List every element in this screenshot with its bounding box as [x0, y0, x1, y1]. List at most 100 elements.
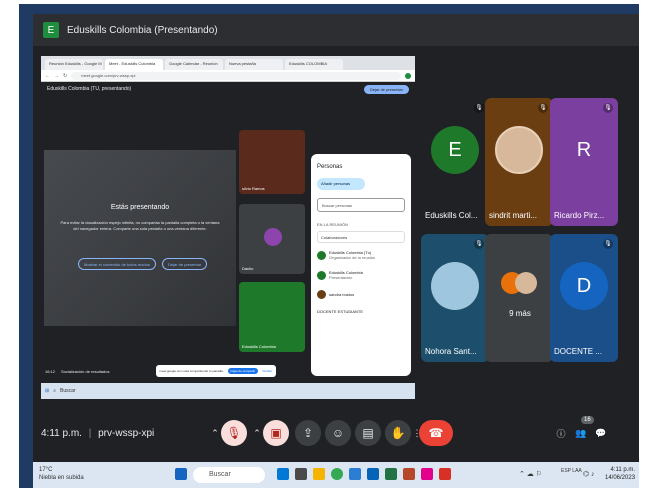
- language-indicator[interactable]: ESP LAA: [561, 468, 582, 474]
- mic-off-icon: 🎙: [474, 103, 484, 113]
- url-input[interactable]: meet.google.com/prv-wssp-xpi: [71, 71, 401, 80]
- participant-name: silvio Ramos: [242, 186, 265, 191]
- avatar: [317, 250, 326, 260]
- list-item[interactable]: sandra bustos: [311, 285, 411, 304]
- in-meeting-section: EN LA REUNIÓN: [317, 222, 348, 227]
- excel-icon[interactable]: [385, 468, 397, 480]
- mic-off-icon: 🎙: [603, 239, 613, 249]
- outlook-icon[interactable]: [367, 468, 379, 480]
- stop-sharing-button[interactable]: Dejar de compartir: [227, 368, 259, 374]
- inner-title-bar: Eduskills Colombia (TU, presentando) Dej…: [41, 82, 415, 96]
- mic-off-icon: 🎙: [603, 103, 613, 113]
- end-call-button[interactable]: ☎: [419, 420, 453, 446]
- more-count: 9 más: [509, 309, 531, 318]
- inner-taskbar-search[interactable]: Buscar: [60, 388, 76, 394]
- inner-title: Eduskills Colombia (TU, presentando): [47, 86, 132, 92]
- word-icon[interactable]: [349, 468, 361, 480]
- participant-name: DOCENTE ...: [554, 347, 603, 356]
- contributors-dropdown[interactable]: Colaboradores: [317, 231, 405, 243]
- browser-tabs: Reunión Eduskills - Google M Meet - Edus…: [41, 56, 415, 70]
- browser-tab[interactable]: Eduskills COLOMBIA: [285, 59, 343, 70]
- back-icon[interactable]: ←: [45, 73, 50, 79]
- search-icon[interactable]: ⌕: [53, 388, 56, 394]
- taskbar-clock[interactable]: 4:11 p.m. 14/06/2023: [605, 466, 635, 482]
- task-view-icon[interactable]: [295, 468, 307, 480]
- avatar: E: [431, 126, 479, 174]
- inner-meet-view: Eduskills Colombia (TU, presentando) Dej…: [41, 82, 415, 380]
- more-participants-tile[interactable]: 9 más: [485, 234, 553, 362]
- avatar: [515, 272, 537, 294]
- share-notice-text: meet.google.com está compartiendo tu pan…: [159, 369, 224, 373]
- windows-start-icon[interactable]: [175, 468, 187, 480]
- taskbar-search-input[interactable]: Buscar: [193, 467, 265, 483]
- info-icon[interactable]: ⓘ: [553, 420, 569, 446]
- presenting-message: Para evitar la visualización espejo infi…: [60, 220, 220, 231]
- meeting-time: 4:11 p.m. | prv-wssp-xpi: [41, 428, 154, 439]
- file-explorer-icon[interactable]: [313, 468, 325, 480]
- pdf-icon[interactable]: [439, 468, 451, 480]
- profile-icon[interactable]: [405, 72, 411, 79]
- separator: |: [88, 428, 92, 439]
- show-anyway-button[interactable]: Mostrar el contenido de todos modos: [78, 258, 156, 270]
- chrome-icon[interactable]: [331, 468, 343, 480]
- browser-tab[interactable]: Google Calendar - Reunión: [165, 59, 223, 70]
- participant-name: Danilo: [242, 266, 254, 271]
- reload-icon[interactable]: ↻: [63, 73, 67, 79]
- participant-tile: Eduskills Colombia: [239, 282, 305, 352]
- mic-off-icon: 🎙: [474, 239, 484, 249]
- windows-start-icon[interactable]: ⊞: [45, 388, 49, 394]
- people-panel: Personas Añadir personas Buscar personas…: [311, 154, 411, 376]
- raise-hand-button[interactable]: ✋: [385, 420, 411, 446]
- person-name: sandra bustos: [329, 292, 355, 297]
- clock-time: 4:11 p.m.: [41, 428, 82, 439]
- stop-presenting-button[interactable]: Dejar de presentar: [363, 84, 409, 94]
- browser-tab[interactable]: Reunión Eduskills - Google M: [45, 59, 103, 70]
- screenshot-frame: E Eduskills Colombia (Presentando) Reuni…: [0, 0, 656, 492]
- camera-off-button[interactable]: ▣: [263, 420, 289, 446]
- participant-tile[interactable]: 🎙 Nohora Sant...: [421, 234, 489, 362]
- person-name: DOCENTE ESTUDIANTE: [317, 309, 364, 314]
- system-tray-icons[interactable]: ⌃ ☁ ⚐: [519, 470, 542, 478]
- person-role: Presentación: [329, 275, 353, 280]
- stop-presenting-button[interactable]: Dejar de presentar: [162, 258, 208, 270]
- participant-tile[interactable]: 🎙 sindrit marti...: [485, 98, 553, 226]
- avatar: [495, 126, 543, 174]
- browser-tab[interactable]: Meet - Eduskills Colombia: [105, 59, 163, 70]
- participants-count-badge: 16: [581, 416, 594, 424]
- weather-temp: 17°C: [39, 467, 53, 473]
- participant-tile[interactable]: D 🎙 DOCENTE ...: [550, 234, 618, 362]
- hide-button[interactable]: Ocultar: [262, 369, 272, 373]
- edge-icon[interactable]: [277, 468, 289, 480]
- meeting-code: prv-wssp-xpi: [98, 428, 155, 439]
- people-search-input[interactable]: Buscar personas: [317, 198, 405, 212]
- list-item[interactable]: Eduskills Colombia Presentación: [311, 265, 411, 285]
- participant-tile[interactable]: E 🎙 Eduskills Col...: [421, 98, 489, 226]
- add-people-button[interactable]: Añadir personas: [317, 178, 365, 190]
- participant-tile: silvio Ramos: [239, 130, 305, 194]
- meeting-title: Eduskills Colombia (Presentando): [67, 24, 218, 36]
- present-button[interactable]: ⇪: [295, 420, 321, 446]
- avatar: D: [560, 262, 608, 310]
- participant-name: Nohora Sant...: [425, 347, 477, 356]
- chat-icon[interactable]: 💬: [593, 420, 609, 446]
- forward-icon[interactable]: →: [54, 73, 59, 79]
- participant-name: Ricardo Pirz...: [554, 211, 605, 220]
- weather-widget[interactable]: 17°C Niebla en subida: [39, 466, 84, 482]
- captions-button[interactable]: ▤: [355, 420, 381, 446]
- list-item[interactable]: DOCENTE ESTUDIANTE: [311, 304, 411, 319]
- participant-tile[interactable]: R 🎙 Ricardo Pirz...: [550, 98, 618, 226]
- people-panel-title: Personas: [317, 164, 343, 170]
- mic-off-button[interactable]: 🎙: [221, 420, 247, 446]
- presenter-avatar-badge: E: [43, 22, 59, 38]
- list-item[interactable]: Eduskills Colombia (Tú) Organizador de l…: [311, 245, 411, 265]
- browser-tab[interactable]: Nueva pestaña: [225, 59, 283, 70]
- powerpoint-icon[interactable]: [403, 468, 415, 480]
- participant-name: Eduskills Colombia: [242, 344, 276, 349]
- person-role: Organizador de la reunión: [329, 255, 376, 260]
- inner-bottom-bar: 16:12 Socialización de resultados meet.g…: [41, 362, 415, 380]
- network-volume-icons[interactable]: ⌬ ♪: [583, 470, 595, 478]
- app-icon[interactable]: [421, 468, 433, 480]
- emoji-button[interactable]: ☺: [325, 420, 351, 446]
- inner-meeting-name: Socialización de resultados: [61, 368, 110, 374]
- blurred-background: [44, 150, 236, 326]
